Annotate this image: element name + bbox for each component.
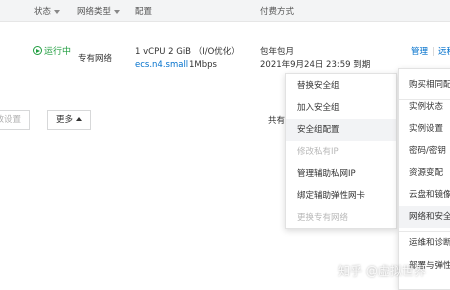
spec-value: 1 vCPU 2 GiB （I/O优化）: [135, 47, 240, 57]
watermark: 知乎 @虚拟世界: [338, 264, 426, 278]
column-status[interactable]: 状态: [34, 5, 61, 17]
menu-item-buy-same[interactable]: 购买相同配置: [399, 74, 450, 96]
caret-down-icon: [54, 9, 61, 14]
remote-connect-link[interactable]: 远程: [438, 46, 450, 58]
instance-type-link[interactable]: ecs.n4.small: [135, 59, 188, 71]
menu-item-join-security-group[interactable]: 加入安全组: [286, 97, 396, 119]
table-header: 状态 网络类型 配置 付费方式: [0, 0, 450, 22]
menu-item-password-key[interactable]: 密码/密钥: [399, 140, 450, 162]
instance-actions-menu: 购买相同配置 实例状态 实例设置 密码/密钥 资源变配 云盘和镜像 网络和安全组…: [398, 68, 450, 290]
menu-item-bind-eni[interactable]: 绑定辅助弹性网卡: [286, 185, 396, 207]
bandwidth-value: 1Mbps: [189, 60, 217, 70]
menu-item-disk-image[interactable]: 云盘和镜像: [399, 184, 450, 206]
menu-item-instance-status[interactable]: 实例状态: [399, 96, 450, 118]
menu-item-modify-private-ip[interactable]: 修改私有IP: [286, 141, 396, 163]
status-badge: 运行中: [33, 46, 73, 58]
manage-link[interactable]: 管理: [411, 46, 428, 58]
menu-item-replace-security-group[interactable]: 替换安全组: [286, 75, 396, 97]
network-type-value: 专有网络: [78, 54, 113, 64]
more-button-label: 更多: [56, 115, 74, 125]
menu-item-instance-settings[interactable]: 实例设置: [399, 118, 450, 140]
column-status-label: 状态: [34, 7, 52, 17]
release-settings-button[interactable]: 释放设置: [0, 110, 31, 130]
release-settings-label: 释放设置: [0, 115, 22, 125]
ecs-console: 状态 网络类型 配置 付费方式 运行中 专有网络 1 vCPU 2 GiB （I…: [0, 0, 450, 290]
menu-item-ops-diagnosis[interactable]: 运维和诊断: [399, 232, 450, 254]
status-text: 运行中: [44, 47, 72, 57]
column-billing: 付费方式: [260, 5, 294, 17]
menu-item-security-group-config[interactable]: 安全组配置: [286, 119, 396, 141]
column-config-label: 配置: [135, 7, 153, 17]
caret-up-icon: [76, 117, 83, 121]
column-network-type-label: 网络类型: [77, 7, 112, 17]
expire-value: 2021年9月24日 23:59 到期: [260, 60, 371, 70]
caret-down-icon: [114, 9, 121, 14]
menu-item-network-security[interactable]: 网络和安全组: [399, 206, 450, 228]
column-billing-label: 付费方式: [260, 7, 295, 17]
menu-item-resize[interactable]: 资源变配: [399, 162, 450, 184]
more-button[interactable]: 更多: [47, 110, 92, 130]
menu-item-change-vpc[interactable]: 更换专有网络: [286, 207, 396, 229]
more-dropdown-menu: 替换安全组 加入安全组 安全组配置 修改私有IP 管理辅助私网IP 绑定辅助弹性…: [285, 73, 397, 229]
running-icon: [33, 46, 42, 55]
total-count: 共有: [268, 116, 286, 126]
billing-type-value: 包年包月: [260, 47, 295, 57]
column-config: 配置: [135, 5, 152, 17]
menu-item-manage-secondary-ip[interactable]: 管理辅助私网IP: [286, 163, 396, 185]
column-network-type[interactable]: 网络类型: [77, 5, 121, 17]
action-separator: |: [432, 47, 435, 57]
